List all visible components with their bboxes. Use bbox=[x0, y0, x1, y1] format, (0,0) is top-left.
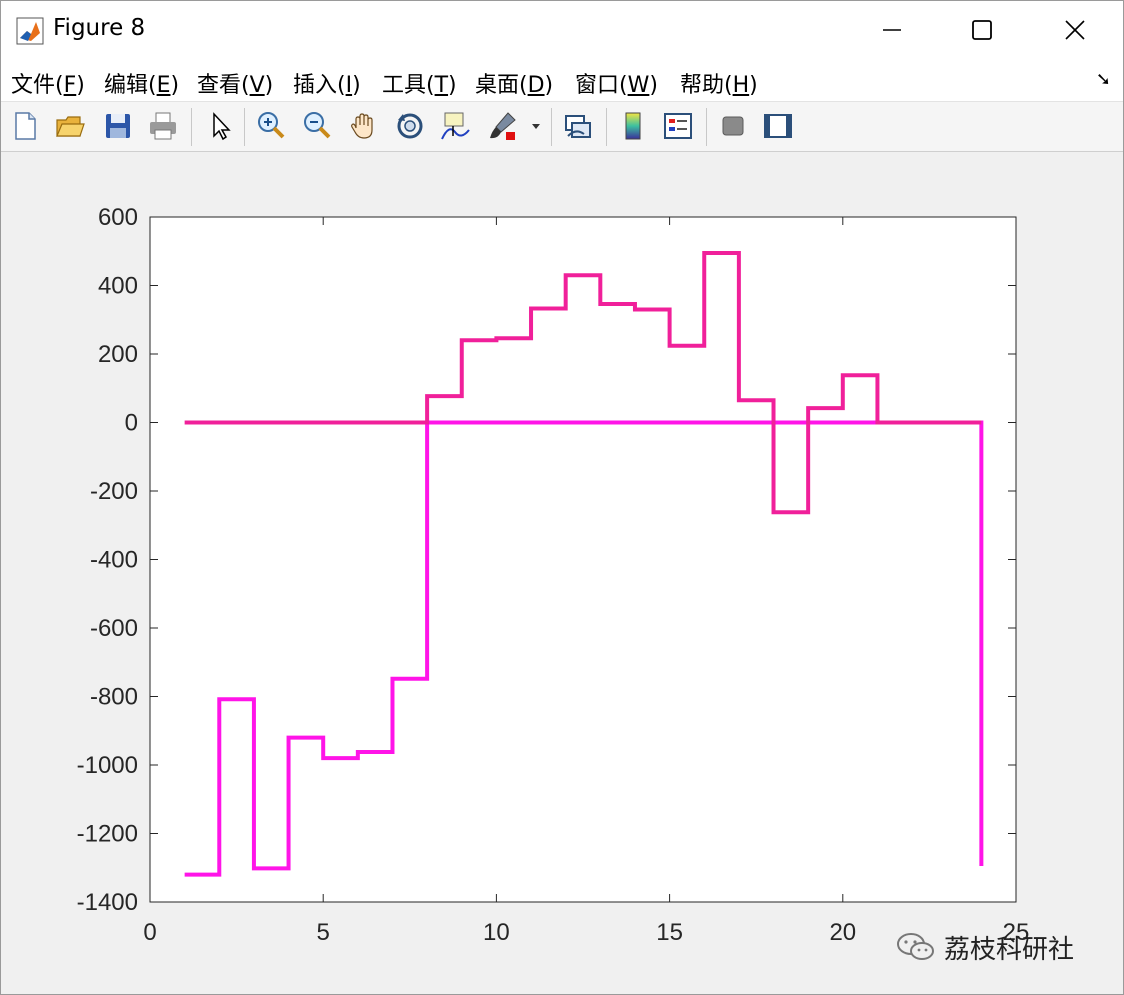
show-plot-tools-icon[interactable] bbox=[762, 110, 794, 142]
menu-help[interactable]: 帮助(H) bbox=[680, 67, 758, 99]
brush-icon[interactable] bbox=[486, 110, 518, 142]
menu-desktop[interactable]: 桌面(D) bbox=[475, 67, 553, 99]
window-title: Figure 8 bbox=[53, 15, 146, 41]
watermark-text: 荔枝科研社 bbox=[944, 934, 1075, 965]
plot-svg: 0 5 10 15 20 256004002000-200-400-600-800-100… bbox=[77, 204, 1030, 946]
x-tick-label: 15 bbox=[656, 919, 683, 946]
figure-toolbar bbox=[1, 102, 1123, 152]
menu-file[interactable]: 文件(F) bbox=[11, 67, 85, 99]
title-bar: Figure 8 bbox=[1, 1, 1123, 59]
matlab-logo-icon bbox=[16, 17, 44, 45]
legend-icon[interactable] bbox=[662, 110, 694, 142]
figure-canvas[interactable]: 0 5 10 15 20 25 600 400 200 0 -200 -400 -600 -800 -100… bbox=[1, 152, 1123, 994]
zoom-in-icon[interactable] bbox=[255, 110, 287, 142]
wechat-icon bbox=[897, 933, 934, 960]
toolbar-separator bbox=[606, 108, 607, 146]
dock-arrow-icon[interactable]: ➘ bbox=[1096, 69, 1111, 90]
y-tick-label: -1200 bbox=[77, 821, 138, 848]
y-tick-label: -1400 bbox=[77, 889, 138, 916]
chevron-down-icon[interactable] bbox=[529, 110, 543, 142]
print-icon[interactable] bbox=[147, 110, 179, 142]
open-icon[interactable] bbox=[54, 110, 86, 142]
menu-view[interactable]: 查看(V) bbox=[197, 67, 273, 99]
menu-insert[interactable]: 插入(I) bbox=[293, 67, 361, 99]
pan-icon[interactable] bbox=[348, 110, 380, 142]
menu-bar: 文件(F) 编辑(E) 查看(V) 插入(I) 工具(T) 桌面(D) 窗口(W… bbox=[1, 59, 1123, 102]
toolbar-separator bbox=[244, 108, 245, 146]
new-figure-icon[interactable] bbox=[9, 110, 41, 142]
toolbar-separator bbox=[551, 108, 552, 146]
maximize-icon bbox=[972, 20, 992, 40]
y-tick-label: -1000 bbox=[77, 752, 138, 779]
save-icon[interactable] bbox=[102, 110, 134, 142]
toolbar-separator bbox=[706, 108, 707, 146]
watermark: 荔枝科研社 bbox=[896, 927, 1074, 967]
menu-tools[interactable]: 工具(T) bbox=[382, 67, 457, 99]
zoom-out-icon[interactable] bbox=[301, 110, 333, 142]
x-tick-label: 5 bbox=[317, 919, 330, 946]
close-button[interactable] bbox=[1052, 9, 1098, 51]
close-icon bbox=[1065, 20, 1085, 40]
y-tick-label: 400 bbox=[98, 273, 138, 300]
pointer-icon[interactable] bbox=[204, 110, 236, 142]
toolbar-separator bbox=[191, 108, 192, 146]
colorbar-icon[interactable] bbox=[617, 110, 649, 142]
y-tick-label: -200 bbox=[90, 478, 138, 505]
rotate-3d-icon[interactable] bbox=[394, 110, 426, 142]
menu-window[interactable]: 窗口(W) bbox=[575, 67, 658, 99]
minimize-icon bbox=[883, 29, 901, 31]
link-plot-icon[interactable] bbox=[562, 110, 594, 142]
x-tick-label: 10 bbox=[483, 919, 510, 946]
y-tick-label: -600 bbox=[90, 615, 138, 642]
figure-window: Figure 8 文件(F) 编辑(E) 查看(V) 插入(I) 工具(T) 桌… bbox=[0, 0, 1124, 995]
y-tick-label: -800 bbox=[90, 684, 138, 711]
y-tick-label: -400 bbox=[90, 547, 138, 574]
data-cursor-icon[interactable] bbox=[439, 110, 471, 142]
minimize-button[interactable] bbox=[869, 9, 915, 51]
y-tick-label: 0 bbox=[125, 410, 138, 437]
plot-area bbox=[150, 217, 1016, 902]
x-tick-label: 20 bbox=[829, 919, 856, 946]
y-tick-label: 600 bbox=[98, 204, 138, 231]
menu-edit[interactable]: 编辑(E) bbox=[104, 67, 179, 99]
maximize-button[interactable] bbox=[959, 9, 1005, 51]
y-tick-label: 200 bbox=[98, 341, 138, 368]
x-tick-label: 0 bbox=[143, 919, 156, 946]
hide-plot-tools-icon[interactable] bbox=[717, 110, 749, 142]
